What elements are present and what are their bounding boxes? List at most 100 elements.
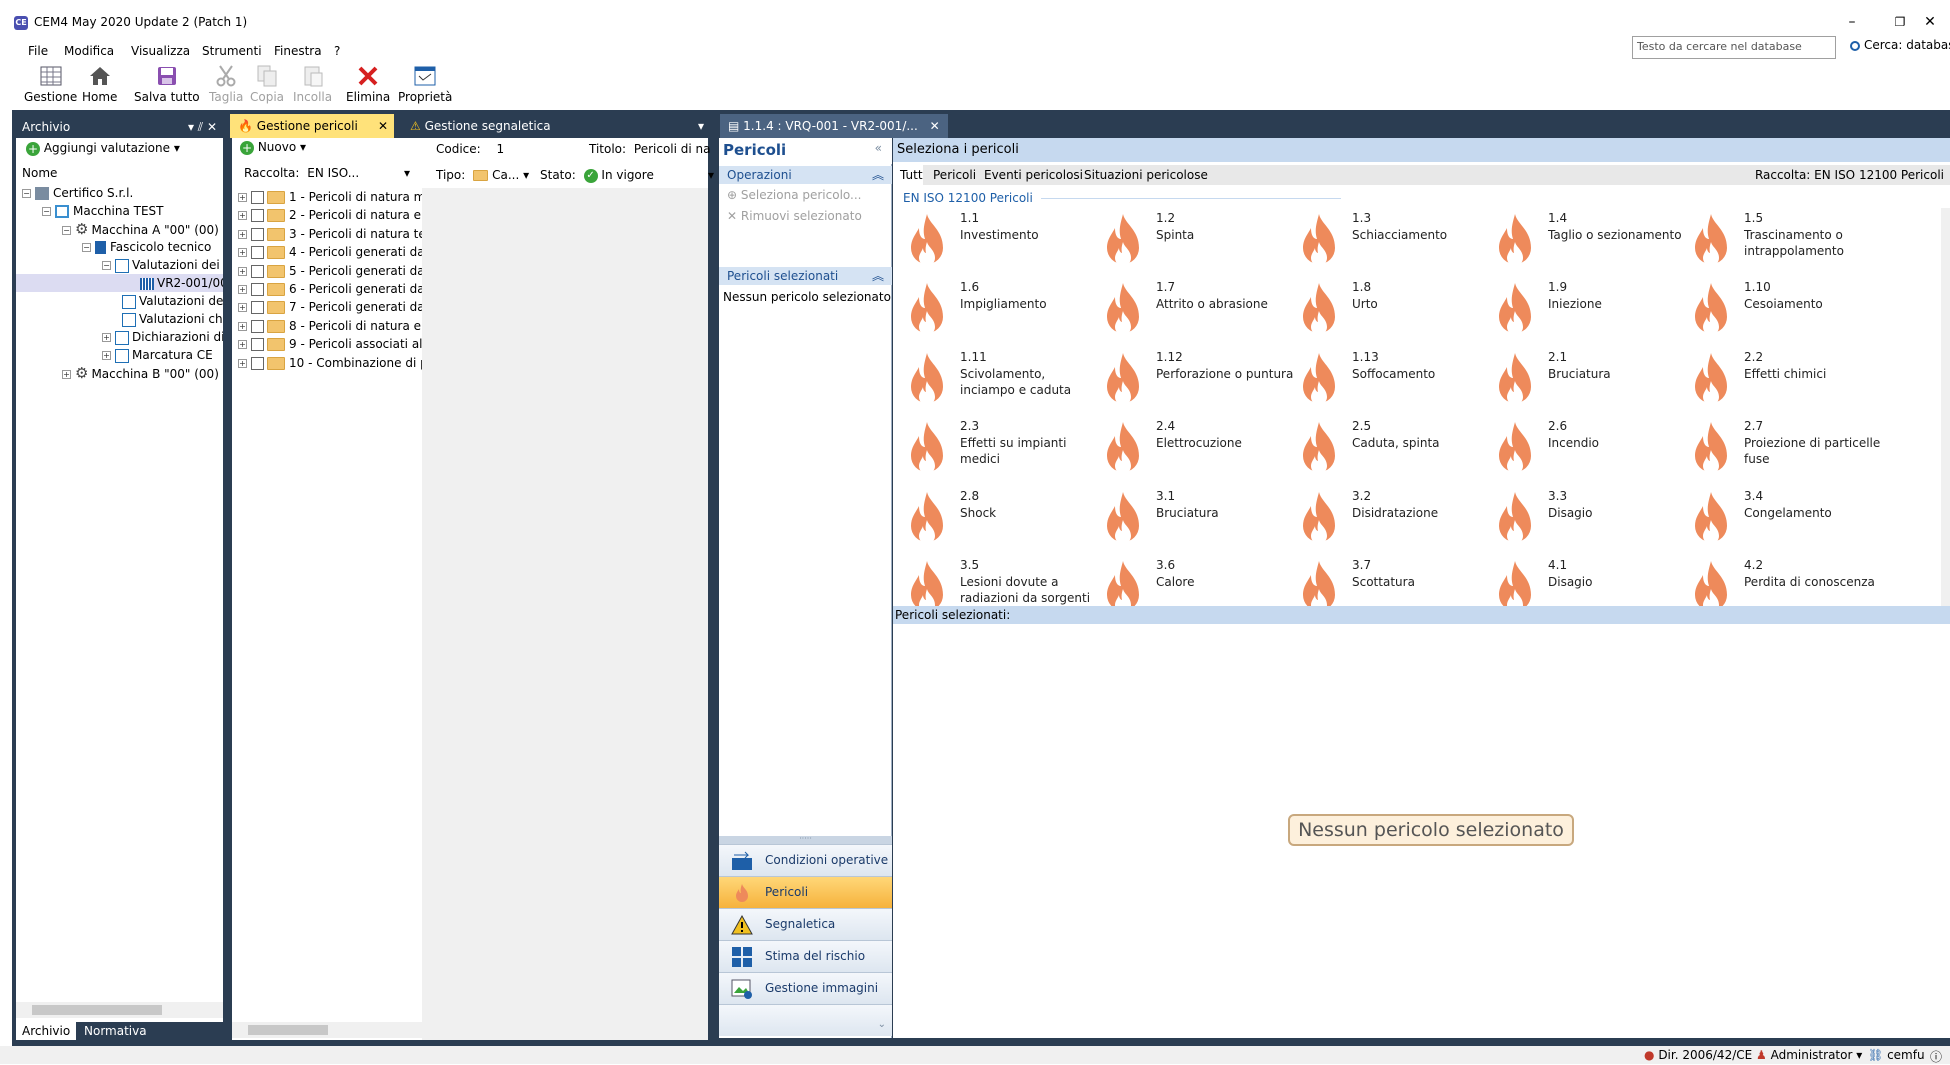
tab-document[interactable]: ▤ 1.1.4 : VRQ-001 - VR2-001/... ✕: [720, 114, 948, 138]
nav-pericoli[interactable]: Pericoli: [719, 876, 892, 908]
hazard-item[interactable]: 2.8 Shock: [903, 486, 1093, 554]
hazard-item[interactable]: 2.6 Incendio: [1491, 416, 1681, 484]
pericolo-category-item[interactable]: +8 - Pericoli di natura ergc: [238, 317, 422, 335]
seleziona-pericolo-link[interactable]: ⊕ Seleziona pericolo...: [727, 188, 861, 202]
menu-modifica[interactable]: Modifica: [64, 40, 114, 62]
hazard-item[interactable]: 4.2 Perdita di conoscenza: [1687, 555, 1877, 606]
nav-segnaletica[interactable]: Segnaletica: [719, 908, 892, 940]
hazard-item[interactable]: 2.7 Proiezione di particelle fuse: [1687, 416, 1880, 484]
pericolo-category-item[interactable]: +10 - Combinazione di pe: [238, 354, 422, 372]
tab-eventi-pericolosi[interactable]: Eventi pericolosi: [984, 165, 1083, 185]
hazard-item[interactable]: 1.13 Soffocamento: [1295, 347, 1485, 415]
status-user[interactable]: ♟ Administrator ▾: [1756, 1048, 1862, 1062]
rimuovi-selezionato-link[interactable]: ✕ Rimuovi selezionato: [727, 209, 862, 223]
menu-finestra[interactable]: Finestra: [274, 40, 322, 62]
pericolo-category-item[interactable]: +7 - Pericoli generati da m: [238, 298, 422, 316]
hazard-item[interactable]: 4.1 Disagio: [1491, 555, 1681, 606]
save-all-button[interactable]: Salva tutto: [134, 64, 200, 104]
hazard-item[interactable]: 3.6 Calore: [1099, 555, 1289, 606]
pericolo-category-item[interactable]: +6 - Pericoli generati da ra: [238, 280, 422, 298]
pericolo-category-item[interactable]: +3 - Pericoli di natura tern: [238, 225, 422, 243]
tree-item[interactable]: + ⚙ Macchina B "00" (00) re: [62, 364, 223, 383]
hazard-item[interactable]: 1.3 Schiacciamento: [1295, 208, 1485, 276]
home-button[interactable]: Home: [82, 64, 117, 104]
hazard-item[interactable]: 1.2 Spinta: [1099, 208, 1289, 276]
vertical-scrollbar[interactable]: [1941, 208, 1950, 606]
close-button[interactable]: ✕: [1910, 10, 1950, 34]
operazioni-header[interactable]: Operazioni ︽: [719, 166, 892, 184]
checkbox[interactable]: [251, 338, 264, 352]
pericolo-category-item[interactable]: +4 - Pericoli generati dal r: [238, 243, 422, 261]
search-input[interactable]: Testo da cercare nel database: [1632, 36, 1836, 59]
horizontal-scrollbar[interactable]: [232, 1022, 422, 1038]
hazard-item[interactable]: 2.5 Caduta, spinta: [1295, 416, 1485, 484]
checkbox[interactable]: [251, 227, 264, 241]
horizontal-scrollbar[interactable]: [16, 1002, 223, 1018]
splitter-grip[interactable]: ·····: [719, 835, 892, 844]
collapse-icon[interactable]: «: [875, 141, 882, 155]
hazard-item[interactable]: 1.8 Urto: [1295, 277, 1485, 345]
menu-strumenti[interactable]: Strumenti: [202, 40, 262, 62]
checkbox[interactable]: [251, 209, 264, 223]
add-valutazione-button[interactable]: + Aggiungi valutazione ▾: [26, 141, 180, 156]
hazard-item[interactable]: 3.1 Bruciatura: [1099, 486, 1289, 554]
copy-button[interactable]: Copia: [250, 64, 284, 104]
delete-button[interactable]: Elimina: [346, 64, 390, 104]
menu-help[interactable]: ?: [334, 40, 340, 62]
pericolo-category-item[interactable]: +5 - Pericoli generati da vi: [238, 262, 422, 280]
panel-controls[interactable]: ▾ ⫽ ✕: [188, 116, 217, 138]
hazard-item[interactable]: 1.1 Investimento: [903, 208, 1093, 276]
nav-condizioni-operative[interactable]: Condizioni operative: [719, 844, 892, 876]
hazard-item[interactable]: 1.5 Trascinamento o intrappolamento: [1687, 208, 1877, 276]
tree-item[interactable]: − Fascicolo tecnico: [82, 238, 211, 256]
info-icon[interactable]: ⓘ: [1930, 1048, 1942, 1065]
tab-gestione-segnaletica[interactable]: ⚠ Gestione segnaletica: [402, 114, 559, 138]
tree-item-selected[interactable]: VR2-001/00: [16, 274, 223, 292]
paste-button[interactable]: Incolla: [293, 64, 332, 104]
checkbox[interactable]: [251, 319, 264, 333]
hazard-item[interactable]: 2.1 Bruciatura: [1491, 347, 1681, 415]
raccolta-field[interactable]: Raccolta: EN ISO... ▾: [244, 166, 410, 180]
hazard-item[interactable]: 2.4 Elettrocuzione: [1099, 416, 1289, 484]
checkbox[interactable]: [251, 191, 264, 204]
hazard-item[interactable]: 1.10 Cesoiamento: [1687, 277, 1877, 345]
hazard-item[interactable]: 3.4 Congelamento: [1687, 486, 1877, 554]
menu-visualizza[interactable]: Visualizza: [131, 40, 190, 62]
titolo-field[interactable]: Titolo: Pericoli di na: [589, 142, 711, 156]
tipo-field[interactable]: Tipo: Ca... ▾: [436, 168, 529, 182]
tree-item[interactable]: Valutazioni chec: [122, 310, 223, 328]
pericoli-selezionati-header[interactable]: Pericoli selezionati ︽: [719, 267, 892, 285]
cut-button[interactable]: Taglia: [209, 64, 243, 104]
nav-gestione-immagini[interactable]: Gestione immagini: [719, 972, 892, 1004]
pericolo-category-item[interactable]: +1 - Pericoli di natura mec: [238, 188, 422, 206]
tabs-dropdown-icon[interactable]: ▾: [698, 114, 704, 138]
checkbox[interactable]: [251, 356, 264, 370]
stato-field[interactable]: Stato: ✓ In vigore ▾: [540, 168, 714, 183]
menu-file[interactable]: File: [28, 40, 48, 62]
gestione-button[interactable]: Gestione: [24, 64, 77, 104]
hazard-item[interactable]: 1.7 Attrito o abrasione: [1099, 277, 1289, 345]
status-connection[interactable]: ⛓ cemfu: [1868, 1048, 1925, 1062]
codice-field[interactable]: Codice: 1: [436, 142, 504, 156]
tree-item[interactable]: + Dichiarazioni di: [102, 328, 223, 346]
hazard-item[interactable]: 1.12 Perforazione o puntura: [1099, 347, 1293, 415]
status-directive[interactable]: ● Dir. 2006/42/CE: [1644, 1048, 1752, 1062]
hazard-item[interactable]: 1.9 Iniezione: [1491, 277, 1681, 345]
nav-stima-rischio[interactable]: Stima del rischio: [719, 940, 892, 972]
checkbox[interactable]: [251, 283, 264, 296]
tree-item[interactable]: − Valutazioni dei r: [102, 256, 223, 274]
tab-pericoli[interactable]: Pericoli: [933, 165, 976, 185]
tree-item[interactable]: + Marcatura CE: [102, 346, 213, 364]
tab-situazioni-pericolose[interactable]: Situazioni pericolose: [1084, 165, 1208, 185]
hazard-item[interactable]: 1.6 Impigliamento: [903, 277, 1093, 345]
tree-item[interactable]: − ⚙ Macchina A "00" (00) r: [62, 220, 223, 239]
tab-gestione-pericoli[interactable]: 🔥 Gestione pericoli ✕: [230, 114, 394, 138]
tree-item[interactable]: − Certifico S.r.l.: [22, 184, 133, 202]
new-button[interactable]: + Nuovo ▾: [240, 140, 306, 155]
hazard-item[interactable]: 3.3 Disagio: [1491, 486, 1681, 554]
properties-button[interactable]: Proprietà: [398, 64, 452, 104]
tree-item[interactable]: − Macchina TEST: [42, 202, 163, 220]
pericolo-category-item[interactable]: +2 - Pericoli di natura elet: [238, 206, 422, 224]
tree-item[interactable]: Valutazioni dei r: [122, 292, 223, 310]
pericolo-category-item[interactable]: +9 - Pericoli associati all'a: [238, 335, 422, 353]
